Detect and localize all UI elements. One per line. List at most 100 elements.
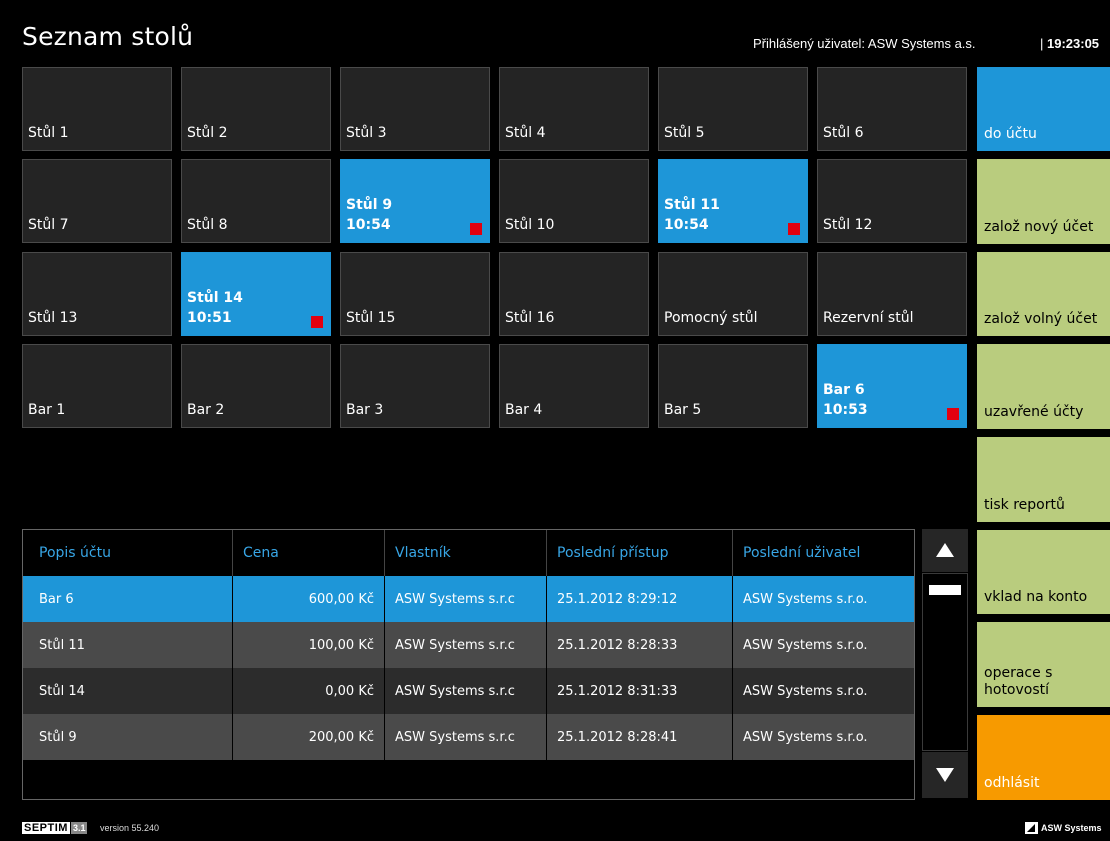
table-cell: ASW Systems s.r.o. — [743, 637, 868, 653]
page-title: Seznam stolů — [22, 22, 194, 51]
clock: 19:23:05 — [1047, 36, 1100, 51]
asw-logo: ASW Systems — [1025, 822, 1102, 834]
table-cell: 25.1.2012 8:28:41 — [547, 714, 733, 760]
table-tile-name: Stůl 4 — [505, 125, 546, 141]
occupied-marker-icon — [947, 408, 959, 420]
table-tile-name: Stůl 5 — [664, 125, 705, 141]
asw-logo-text: ASW Systems — [1041, 823, 1102, 833]
table-tile[interactable]: Stůl 1 — [22, 67, 172, 151]
occupied-marker-icon — [311, 316, 323, 328]
table-row[interactable]: Stůl 11 100,00 Kč ASW Systems s.r.c 25.1.20… — [23, 622, 914, 668]
table-tile[interactable]: Bar 4 — [499, 344, 649, 428]
table-tile[interactable]: Stůl 13 — [22, 252, 172, 336]
table-cell: ASW Systems s.r.c — [385, 668, 547, 714]
cash-operations-button[interactable]: operace s hotovostí — [977, 622, 1110, 707]
table-tile-name: Stůl 10 — [505, 217, 555, 233]
table-tile[interactable]: Stůl 4 — [499, 67, 649, 151]
table-tile-name: Stůl 8 — [187, 217, 228, 233]
table-cell: 0,00 Kč — [233, 668, 385, 714]
occupied-marker-icon — [470, 223, 482, 235]
table-tile-name: Bar 2 — [187, 402, 225, 418]
scroll-up-button[interactable] — [922, 529, 968, 572]
closed-accounts-button-label: uzavřené účty — [984, 404, 1084, 420]
version-label: version 55.240 — [100, 823, 160, 833]
to-account-button-label: do účtu — [984, 126, 1037, 142]
new-account-button-label: založ nový účet — [984, 219, 1094, 235]
table-cell: Stůl 11 — [23, 622, 233, 668]
closed-accounts-button[interactable]: uzavřené účty — [977, 344, 1110, 429]
column-header[interactable]: Vlastník — [385, 530, 547, 576]
column-header[interactable]: Cena — [233, 530, 385, 576]
table-tile-time: 10:54 — [664, 217, 709, 233]
table-tile-name: Stůl 9 — [346, 197, 393, 213]
logout-button[interactable]: odhlásit — [977, 715, 1110, 800]
septim-version-badge: 3.1 — [70, 822, 88, 834]
new-account-button[interactable]: založ nový účet — [977, 159, 1110, 244]
table-cell: 100,00 Kč — [233, 622, 385, 668]
scrollbar-thumb[interactable] — [929, 585, 961, 595]
table-row[interactable]: Stůl 9 200,00 Kč ASW Systems s.r.c 25.1.201… — [23, 714, 914, 760]
table-tile[interactable]: Stůl 15 — [340, 252, 490, 336]
table-tile[interactable]: Stůl 11 10:54 — [658, 159, 808, 243]
table-tile[interactable]: Bar 3 — [340, 344, 490, 428]
free-account-button-label: založ volný účet — [984, 311, 1098, 327]
table-cell: ASW Systems s.r.o. — [743, 683, 868, 699]
table-tile[interactable]: Bar 6 10:53 — [817, 344, 967, 428]
table-header: Popis účtu Cena Vlastník Poslední přístu… — [23, 530, 914, 576]
table-tile[interactable]: Bar 2 — [181, 344, 331, 428]
arrow-down-icon — [936, 768, 954, 782]
table-tile[interactable]: Bar 5 — [658, 344, 808, 428]
column-header[interactable]: Popis účtu — [23, 530, 233, 576]
table-tile[interactable]: Stůl 8 — [181, 159, 331, 243]
table-tile-name: Rezervní stůl — [823, 310, 914, 326]
table-tile-name: Stůl 7 — [28, 217, 69, 233]
table-tile-name: Bar 3 — [346, 402, 384, 418]
table-tile-name: Stůl 1 — [28, 125, 69, 141]
table-tile[interactable]: Stůl 12 — [817, 159, 967, 243]
table-row[interactable]: Bar 6 600,00 Kč ASW Systems s.r.c 25.1.2012… — [23, 576, 914, 622]
table-tile[interactable]: Stůl 2 — [181, 67, 331, 151]
table-tile[interactable]: Stůl 16 — [499, 252, 649, 336]
table-tile-name: Stůl 14 — [187, 290, 243, 306]
to-account-button[interactable]: do účtu — [977, 67, 1110, 151]
deposit-button[interactable]: vklad na konto — [977, 530, 1110, 614]
table-tile[interactable]: Bar 1 — [22, 344, 172, 428]
table-tile-time: 10:51 — [187, 310, 232, 326]
table-tile-time: 10:54 — [346, 217, 391, 233]
table-tile[interactable]: Stůl 14 10:51 — [181, 252, 331, 336]
table-tile-name: Stůl 12 — [823, 217, 873, 233]
table-tile-time: 10:53 — [823, 402, 868, 418]
deposit-button-label: vklad na konto — [984, 589, 1088, 605]
table-tile-name: Bar 5 — [664, 402, 702, 418]
table-tile-name: Bar 6 — [823, 382, 865, 398]
scroll-down-button[interactable] — [922, 752, 968, 798]
septim-logo: SEPTIM 3.1 — [22, 822, 88, 834]
table-cell: ASW Systems s.r.o. — [743, 729, 868, 745]
table-tile-name: Stůl 11 — [664, 197, 720, 213]
table-tile[interactable]: Stůl 7 — [22, 159, 172, 243]
table-tile[interactable]: Stůl 9 10:54 — [340, 159, 490, 243]
scrollbar-track[interactable] — [922, 573, 968, 751]
table-tile-name: Stůl 13 — [28, 310, 78, 326]
table-cell: ASW Systems s.r.c — [385, 714, 547, 760]
accounts-table: Popis účtu Cena Vlastník Poslední přístu… — [22, 529, 915, 800]
print-reports-button[interactable]: tisk reportů — [977, 437, 1110, 522]
table-tile[interactable]: Stůl 10 — [499, 159, 649, 243]
table-cell: ASW Systems s.r.o. — [743, 591, 868, 607]
table-cell: 25.1.2012 8:31:33 — [547, 668, 733, 714]
column-header[interactable]: Poslední uživatel — [733, 530, 914, 576]
table-tile[interactable]: Pomocný stůl — [658, 252, 808, 336]
cash-operations-button-label: operace s hotovostí — [984, 665, 1053, 698]
column-header[interactable]: Poslední přístup — [547, 530, 733, 576]
table-tile[interactable]: Stůl 6 — [817, 67, 967, 151]
table-cell: 25.1.2012 8:29:12 — [547, 576, 733, 622]
table-tile[interactable]: Stůl 5 — [658, 67, 808, 151]
table-tile[interactable]: Rezervní stůl — [817, 252, 967, 336]
table-cell: 25.1.2012 8:28:33 — [547, 622, 733, 668]
table-row[interactable]: Stůl 14 0,00 Kč ASW Systems s.r.c 25.1.2012… — [23, 668, 914, 714]
table-tile[interactable]: Stůl 3 — [340, 67, 490, 151]
logged-user-label: Přihlášený uživatel: ASW Systems a.s. — [753, 36, 976, 51]
asw-logo-icon — [1025, 822, 1038, 834]
table-tile-name: Bar 1 — [28, 402, 66, 418]
free-account-button[interactable]: založ volný účet — [977, 252, 1110, 336]
